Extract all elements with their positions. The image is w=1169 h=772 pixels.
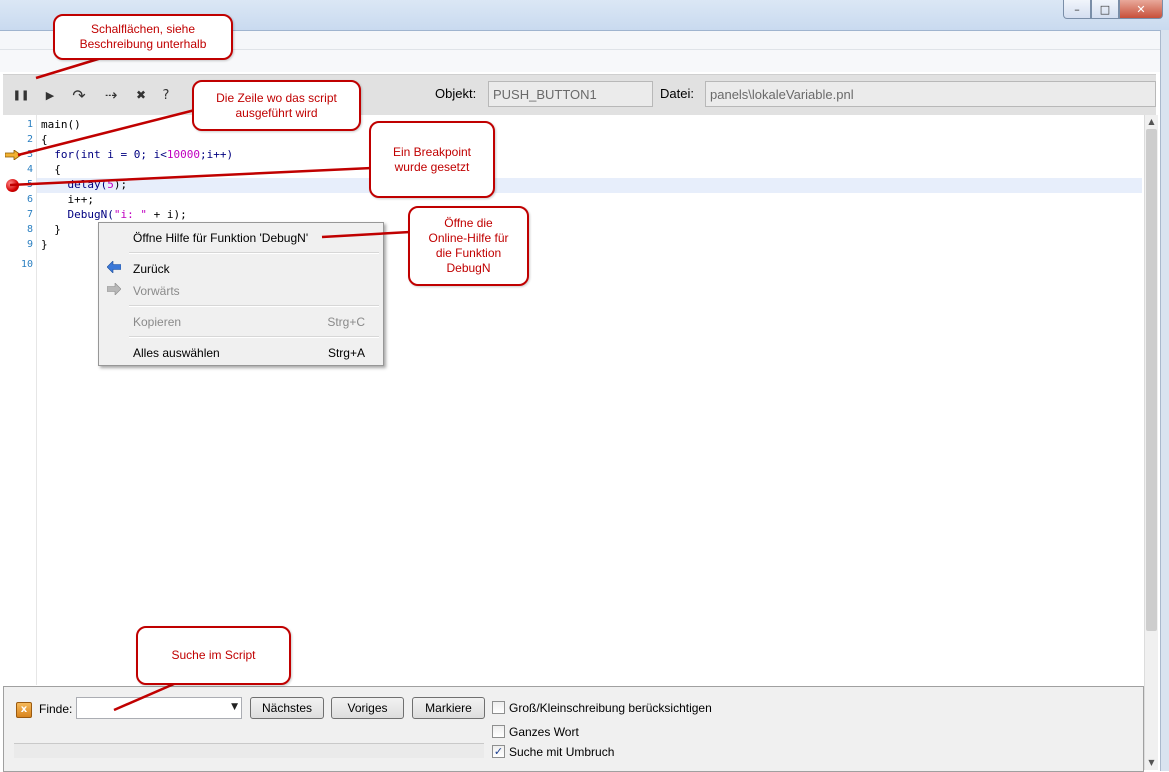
- wrap-search-checkbox[interactable]: ✓: [492, 745, 505, 758]
- menu-item-open-help[interactable]: Öffne Hilfe für Funktion 'DebugN': [133, 231, 308, 245]
- menu-item-copy: Kopieren: [133, 315, 182, 329]
- step-over-icon[interactable]: ⇢: [102, 86, 120, 104]
- code-line: delay(5);: [41, 178, 128, 191]
- datei-label: Datei:: [660, 86, 694, 101]
- code-line: for(int i = 0; i<10000;i++): [41, 148, 234, 161]
- code-line: {: [41, 163, 61, 176]
- code-line: main(): [41, 118, 81, 131]
- current-line-arrow-icon: [5, 150, 21, 160]
- case-sensitive-label: Groß/Kleinschreibung berücksichtigen: [509, 701, 712, 715]
- wrap-search-label: Suche mit Umbruch: [509, 745, 615, 759]
- find-status-bar: [14, 743, 484, 758]
- callout-buttons: Schalflächen, siehe Beschreibung unterhal…: [53, 14, 233, 60]
- line-number: 9: [26, 239, 33, 250]
- code-line: }: [41, 238, 48, 251]
- minimize-icon[interactable]: –: [1063, 0, 1091, 19]
- find-bar: x Finde: ▼ Nächstes Voriges Markiere Gro…: [3, 686, 1144, 772]
- menu-item-select-all[interactable]: Alles auswählen: [133, 346, 220, 360]
- next-button[interactable]: Nächstes: [250, 697, 324, 719]
- callout-current-line: Die Zeile wo das script ausgeführt wird: [192, 80, 361, 131]
- pause-icon[interactable]: ❚❚: [12, 87, 30, 103]
- context-menu: Öffne Hilfe für Funktion 'DebugN' Zurück…: [98, 222, 384, 366]
- breakpoint-icon[interactable]: [6, 179, 19, 192]
- play-icon[interactable]: ▶: [41, 87, 59, 103]
- callout-breakpoint: Ein Breakpoint wurde gesetzt: [369, 121, 495, 198]
- menu-separator: [129, 336, 379, 338]
- code-line: DebugN("i: " + i);: [41, 208, 187, 221]
- code-line: }: [41, 223, 61, 236]
- menu-separator: [129, 305, 379, 307]
- objekt-field[interactable]: PUSH_BUTTON1: [488, 81, 653, 107]
- close-find-icon[interactable]: x: [16, 702, 32, 718]
- find-label: Finde:: [39, 702, 73, 716]
- scroll-up-icon[interactable]: ▲: [1145, 116, 1158, 128]
- step-into-icon[interactable]: ↷: [70, 86, 88, 105]
- mark-button[interactable]: Markiere: [412, 697, 485, 719]
- line-number: 1: [26, 119, 33, 130]
- back-arrow-icon: [107, 261, 121, 273]
- line-number: 8: [26, 224, 33, 235]
- prev-button[interactable]: Voriges: [331, 697, 404, 719]
- datei-field[interactable]: panels\lokaleVariable.pnl: [705, 81, 1156, 107]
- menu-item-back[interactable]: Zurück: [133, 262, 170, 276]
- vertical-scrollbar[interactable]: ▲ ▼: [1144, 115, 1158, 770]
- line-number: 3: [26, 149, 33, 160]
- select-all-shortcut: Strg+A: [327, 346, 365, 360]
- window-frame-right: [1160, 30, 1169, 771]
- code-line: i++;: [41, 193, 94, 206]
- callout-online-help: Öffne die Online-Hilfe für die Funktion Deb…: [408, 206, 529, 286]
- whole-word-checkbox[interactable]: [492, 725, 505, 738]
- objekt-label: Objekt:: [435, 86, 477, 101]
- callout-search: Suche im Script: [136, 626, 291, 685]
- line-number: 4: [26, 164, 33, 175]
- close-icon[interactable]: ✕: [1119, 0, 1163, 19]
- line-number: 5: [26, 179, 33, 190]
- help-icon[interactable]: ?: [157, 87, 175, 103]
- stop-icon[interactable]: ✖: [132, 87, 150, 103]
- case-sensitive-checkbox[interactable]: [492, 701, 505, 714]
- whole-word-label: Ganzes Wort: [509, 725, 579, 739]
- code-line: {: [41, 133, 48, 146]
- script-editor[interactable]: 1 2 3 4 5 6 7 8 9 10 main() { for(int i …: [3, 115, 1144, 685]
- window-controls: – □ ✕: [1063, 0, 1163, 19]
- scrollbar-thumb[interactable]: [1146, 129, 1157, 631]
- line-number: 2: [26, 134, 33, 145]
- debug-toolbar: ❚❚ ▶ ↷ ⇢ ✖ ? Objekt: PUSH_BUTTON1 Datei:…: [3, 74, 1156, 116]
- line-number-gutter[interactable]: 1 2 3 4 5 6 7 8 9 10: [3, 115, 37, 685]
- maximize-icon[interactable]: □: [1091, 0, 1119, 19]
- forward-arrow-icon: [107, 283, 121, 295]
- line-number: 6: [26, 194, 33, 205]
- breakpoint-line-highlight: [37, 178, 1142, 193]
- menu-separator: [129, 252, 379, 254]
- menu-item-forward: Vorwärts: [133, 284, 180, 298]
- find-input[interactable]: ▼: [76, 697, 242, 719]
- copy-shortcut: Strg+C: [327, 315, 365, 329]
- scroll-down-icon[interactable]: ▼: [1145, 757, 1158, 769]
- line-number: 7: [26, 209, 33, 220]
- line-number: 10: [20, 259, 33, 270]
- chevron-down-icon[interactable]: ▼: [231, 702, 238, 712]
